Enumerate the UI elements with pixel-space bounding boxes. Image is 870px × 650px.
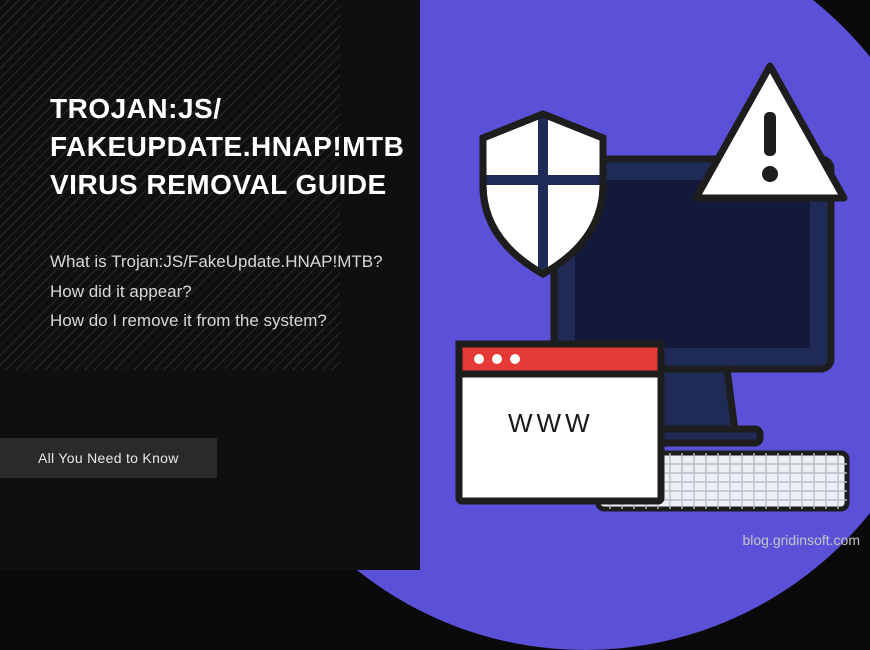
badge-label: All You Need to Know (0, 438, 217, 478)
question-2: How did it appear? (50, 278, 420, 305)
heading-line-1: TROJAN:JS/ (50, 93, 221, 124)
question-1: What is Trojan:JS/FakeUpdate.HNAP!MTB? (50, 248, 420, 275)
left-text-panel: TROJAN:JS/ FAKEUPDATE.HNAP!MTB VIRUS REM… (0, 0, 420, 570)
footer-url: blog.gridinsoft.com (742, 532, 860, 548)
illustration-group: WWW (420, 50, 850, 520)
banner-container: TROJAN:JS/ FAKEUPDATE.HNAP!MTB VIRUS REM… (0, 0, 870, 570)
heading-line-2: FAKEUPDATE.HNAP!MTB (50, 131, 404, 162)
question-3: How do I remove it from the system? (50, 307, 420, 334)
shield-icon (468, 110, 618, 283)
main-heading: TROJAN:JS/ FAKEUPDATE.HNAP!MTB VIRUS REM… (50, 90, 420, 203)
question-list: What is Trojan:JS/FakeUpdate.HNAP!MTB? H… (50, 248, 420, 334)
text-content: TROJAN:JS/ FAKEUPDATE.HNAP!MTB VIRUS REM… (50, 90, 420, 334)
warning-triangle-icon (690, 60, 850, 210)
browser-www-label: WWW (508, 408, 594, 439)
heading-line-3: VIRUS REMOVAL GUIDE (50, 169, 387, 200)
